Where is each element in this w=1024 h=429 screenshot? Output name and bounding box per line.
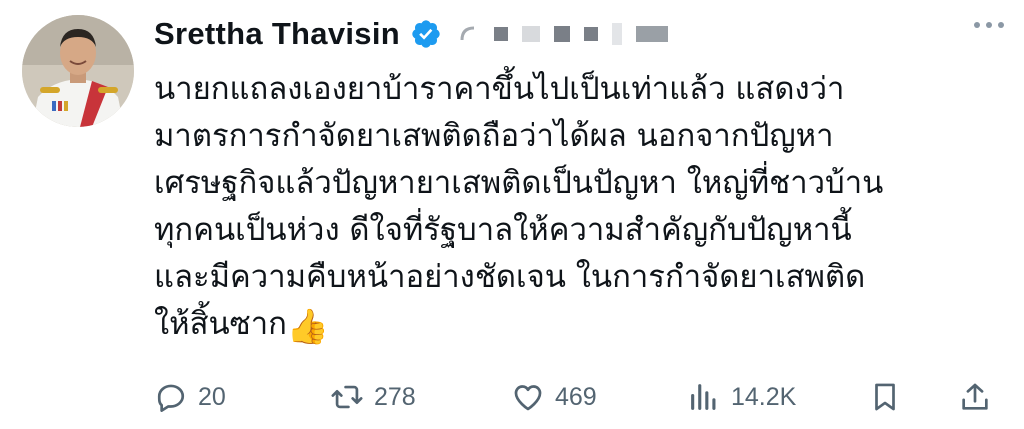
reply-button[interactable]: 20	[154, 374, 226, 420]
like-button[interactable]: 469	[511, 374, 597, 420]
repost-button[interactable]: 278	[330, 374, 416, 420]
bookmark-button[interactable]	[868, 374, 902, 420]
share-icon	[962, 383, 988, 410]
bookmark-icon	[875, 383, 895, 411]
redaction-block	[553, 26, 570, 42]
repost-icon	[331, 385, 363, 409]
redaction-block	[611, 23, 622, 45]
post-text-line: เศรษฐกิจแล้วปัญหายาเสพติดเป็นปัญหา ใหญ่ท…	[154, 165, 884, 201]
more-icon[interactable]	[974, 22, 1004, 28]
post-text-line: และมีความคืบหน้าอย่างชัดเจน ในการกำจัดยา…	[154, 259, 866, 295]
redaction-mark	[460, 26, 475, 41]
post-text-line: ให้สิ้นซาก	[154, 306, 287, 342]
author-name[interactable]: Srettha Thavisin	[154, 16, 400, 52]
reply-count: 20	[198, 382, 226, 411]
avatar[interactable]	[22, 15, 134, 127]
redaction-block	[635, 26, 668, 42]
post-text: นายกแถลงเองยาบ้าราคาขึ้นไปเป็นเท่าแล้ว แ…	[154, 66, 1004, 351]
redaction-block	[493, 27, 508, 41]
redaction-block	[521, 26, 540, 42]
action-bar: 20 278 469 14.2K	[154, 374, 1004, 420]
post-text-line: นายกแถลงเองยาบ้าราคาขึ้นไปเป็นเท่าแล้ว แ…	[154, 71, 845, 107]
thumbs-up-emoji: 👍	[286, 307, 330, 347]
view-count: 14.2K	[731, 382, 797, 411]
avatar-photo	[22, 15, 134, 127]
verified-badge-icon	[412, 20, 440, 48]
views-button[interactable]: 14.2K	[687, 374, 796, 420]
redaction-block	[583, 27, 598, 41]
repost-count: 278	[374, 382, 416, 411]
views-icon	[691, 384, 716, 410]
post-header: Srettha Thavisin	[154, 14, 1004, 54]
share-button[interactable]	[958, 374, 992, 420]
reply-icon	[157, 384, 185, 412]
like-count: 469	[555, 382, 597, 411]
post-text-line-last: ให้สิ้นซาก👍	[154, 301, 1004, 351]
post-text-line: ทุกคนเป็นห่วง ดีใจที่รัฐบาลให้ความสำคัญก…	[154, 212, 852, 248]
handle-redacted	[456, 22, 668, 46]
post-text-line: มาตรการกำจัดยาเสพติดถือว่าได้ผล นอกจากปั…	[154, 118, 834, 154]
like-icon	[514, 385, 542, 411]
